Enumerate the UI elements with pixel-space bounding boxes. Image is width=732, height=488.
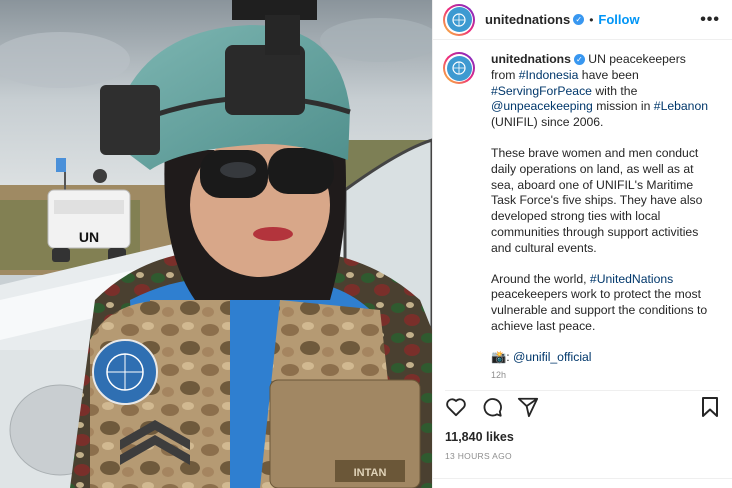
post-panel: unitednations ✓ • Follow ••• unitednatio… [432, 0, 732, 488]
caption-text-span: have been [578, 67, 639, 82]
account-avatar[interactable] [443, 3, 475, 36]
follow-button[interactable]: Follow [598, 12, 639, 27]
caption-credit: 📸: @unifil_official [491, 350, 711, 366]
verified-badge-icon: ✓ [573, 14, 585, 25]
verified-badge-icon: ✓ [573, 54, 585, 66]
caption-text-span: Around the world, [491, 271, 590, 286]
likes-count[interactable]: 11,840 likes [445, 430, 514, 444]
caption-timestamp: 12h [491, 369, 507, 380]
camera-emoji-icon: 📸 [491, 349, 507, 364]
share-icon[interactable] [517, 396, 539, 418]
hashtag-indonesia[interactable]: #Indonesia [519, 68, 579, 82]
action-bar [445, 390, 720, 418]
post-photo[interactable]: UN INTAN [0, 0, 432, 488]
peacekeeper-photo: UN INTAN [0, 0, 432, 488]
header-username[interactable]: unitednations [485, 12, 570, 27]
like-heart-icon[interactable] [445, 397, 467, 417]
caption-text-span: (UNIFIL) since 2006. [491, 115, 604, 130]
caption-paragraph-1: unitednations ✓ UN peacekeepers from #Ind… [491, 52, 711, 131]
hashtag-lebanon[interactable]: #Lebanon [654, 99, 708, 113]
separator-dot: • [589, 12, 594, 27]
more-options-icon[interactable]: ••• [700, 11, 720, 29]
caption-text: unitednations ✓ UN peacekeepers from #Ind… [491, 52, 711, 380]
caption-text-span: : [506, 349, 513, 364]
post-header: unitednations ✓ • Follow ••• [433, 0, 732, 40]
save-bookmark-icon[interactable] [700, 396, 720, 418]
name-tag: INTAN [354, 467, 387, 479]
mention-unifil-official[interactable]: @unifil_official [513, 350, 592, 364]
un-logo-icon [452, 12, 466, 27]
caption-area: unitednations ✓ UN peacekeepers from #Ind… [443, 52, 724, 380]
hashtag-unitednations[interactable]: #UnitedNations [590, 272, 673, 286]
comment-icon[interactable] [481, 396, 503, 418]
caption-paragraph-2: These brave women and men conduct daily … [491, 145, 703, 255]
mention-unpeacekeeping[interactable]: @unpeacekeeping [491, 99, 593, 113]
caption-text-span: peacekeepers work to protect the most vu… [491, 287, 708, 333]
caption-paragraph-3: Around the world, #UnitedNations peaceke… [491, 272, 711, 335]
un-logo-icon [452, 61, 466, 75]
post-timestamp: 13 HOURS AGO [445, 451, 512, 461]
caption-text-span: mission in [592, 99, 654, 114]
vehicle-un-text: UN [79, 229, 99, 245]
caption-text-span: with the [591, 83, 638, 98]
caption-avatar[interactable] [443, 52, 475, 84]
hashtag-servingforpeace[interactable]: #ServingForPeace [491, 84, 592, 98]
caption-username[interactable]: unitednations [491, 52, 571, 66]
comment-bar [433, 478, 732, 488]
